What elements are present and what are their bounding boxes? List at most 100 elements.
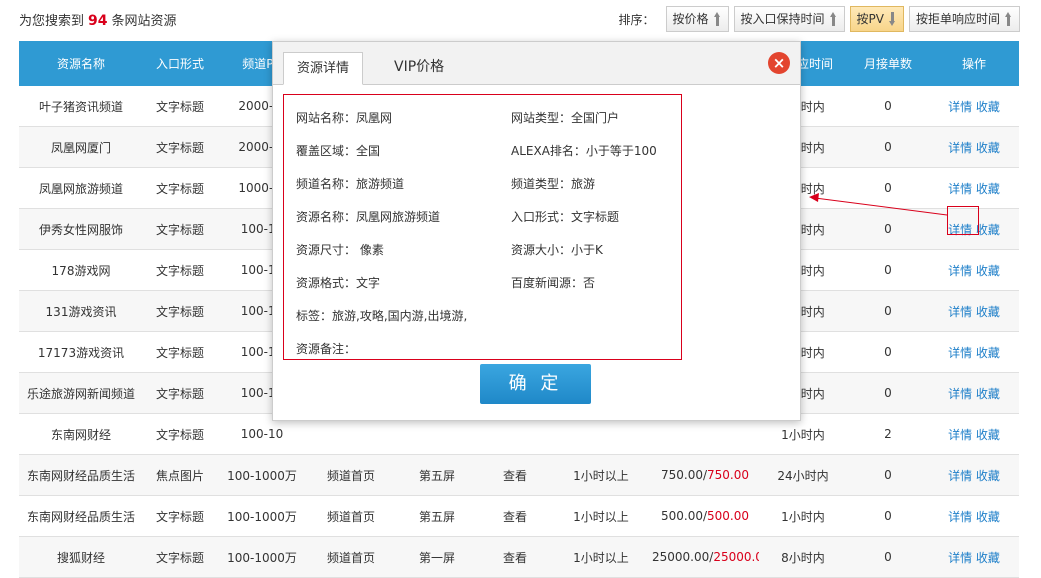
- sort-by-pv-button[interactable]: 按PV: [849, 6, 904, 32]
- cell-text: 焦点图片: [155, 468, 204, 483]
- cell-actions: 详情 收藏: [929, 126, 1019, 168]
- cell-name[interactable]: 伊秀女性网服饰: [19, 208, 143, 250]
- favorite-link[interactable]: 收藏: [976, 346, 1000, 360]
- favorite-link[interactable]: 收藏: [976, 387, 1000, 401]
- cell-text: 100-10: [240, 427, 284, 441]
- cell-text: 0: [884, 509, 892, 523]
- price-highlight: 500.00: [707, 509, 750, 523]
- cell-name[interactable]: 131游戏资讯: [19, 290, 143, 332]
- confirm-button[interactable]: 确 定: [480, 364, 591, 404]
- cell-text: 0: [884, 468, 892, 482]
- cell-monthly: 0: [847, 536, 929, 578]
- field-baidu-news: 百度新闻源：否: [511, 276, 596, 290]
- cell-monthly: 0: [847, 290, 929, 332]
- field-resource-dims: 资源尺寸： 像素: [296, 243, 384, 257]
- tab-vip-price[interactable]: VIP价格: [381, 52, 457, 83]
- cell-c6[interactable]: 查看: [479, 536, 551, 578]
- col-header-name[interactable]: 资源名称: [19, 41, 143, 86]
- cell-c8: 25000.00/25000.00: [651, 536, 759, 578]
- detail-link[interactable]: 详情: [948, 469, 972, 483]
- cell-actions: 详情 收藏: [929, 536, 1019, 578]
- favorite-link[interactable]: 收藏: [976, 510, 1000, 524]
- cell-text: 0: [884, 181, 892, 195]
- cell-actions: 详情 收藏: [929, 372, 1019, 414]
- cell-text: 0: [884, 263, 892, 277]
- favorite-link[interactable]: 收藏: [976, 305, 1000, 319]
- cell-text: 文字标题: [155, 99, 204, 114]
- cell-name[interactable]: 搜狐财经: [19, 536, 143, 578]
- cell-text: 文字标题: [155, 181, 204, 196]
- favorite-link[interactable]: 收藏: [976, 100, 1000, 114]
- cell-name[interactable]: 叶子猪资讯频道: [19, 86, 143, 127]
- cell-text: 25000.00/: [652, 550, 714, 564]
- detail-link[interactable]: 详情: [948, 510, 972, 524]
- cell-name[interactable]: 178游戏网: [19, 249, 143, 291]
- detail-link[interactable]: 详情: [948, 305, 972, 319]
- sort-by-price-button[interactable]: 按价格: [665, 6, 729, 32]
- cell-entry: 文字标题: [143, 290, 217, 332]
- favorite-link[interactable]: 收藏: [976, 428, 1000, 442]
- detail-link[interactable]: 详情: [948, 100, 972, 114]
- cell-text: 第五屏: [418, 468, 455, 483]
- detail-link[interactable]: 详情: [948, 346, 972, 360]
- cell-text: 第一屏: [418, 550, 455, 565]
- detail-link[interactable]: 详情: [948, 182, 972, 196]
- favorite-link[interactable]: 收藏: [976, 469, 1000, 483]
- cell-entry: 文字标题: [143, 86, 217, 127]
- favorite-link[interactable]: 收藏: [976, 551, 1000, 565]
- cell-name[interactable]: 东南网财经品质生活: [19, 495, 143, 537]
- cell-text: 文字标题: [155, 304, 204, 319]
- tab-resource-detail[interactable]: 资源详情: [283, 52, 364, 85]
- cell-entry: 焦点图片: [143, 454, 217, 496]
- cell-text: 178游戏网: [51, 263, 111, 278]
- arrow-down-icon: [888, 12, 897, 26]
- cell-text: 查看: [502, 468, 527, 483]
- cell-text: 1小时以上: [573, 550, 629, 565]
- cell-name[interactable]: 东南网财经: [19, 413, 143, 455]
- cell-text: 0: [884, 222, 892, 236]
- result-count: 94: [88, 13, 108, 29]
- cell-text: 8小时内: [781, 550, 825, 565]
- col-header-entry[interactable]: 入口形式: [143, 41, 217, 86]
- favorite-link[interactable]: 收藏: [976, 264, 1000, 278]
- cell-name[interactable]: 凤凰网厦门: [19, 126, 143, 168]
- cell-c6[interactable]: 查看: [479, 495, 551, 537]
- cell-response: 24小时内: [759, 454, 847, 496]
- cell-actions: 详情 收藏: [929, 413, 1019, 455]
- cell-text: 搜狐财经: [56, 550, 105, 565]
- sort-retention-label: 按入口保持时间: [740, 12, 825, 26]
- cell-text: 1小时以上: [573, 509, 629, 524]
- cell-name[interactable]: 17173游戏资讯: [19, 331, 143, 373]
- detail-link[interactable]: 详情: [948, 428, 972, 442]
- cell-monthly: 0: [847, 372, 929, 414]
- cell-c4: 频道首页: [307, 454, 395, 496]
- cell-c6[interactable]: 查看: [479, 454, 551, 496]
- detail-link[interactable]: 详情: [948, 551, 972, 565]
- cell-pv: 100-1000万: [217, 536, 307, 578]
- detail-link[interactable]: 详情: [948, 264, 972, 278]
- cell-pv: 100-1000万: [217, 495, 307, 537]
- cell-entry: 文字标题: [143, 372, 217, 414]
- favorite-link[interactable]: 收藏: [976, 182, 1000, 196]
- cell-actions: 详情 收藏: [929, 249, 1019, 291]
- cell-name[interactable]: 东南网财经品质生活: [19, 454, 143, 496]
- cell-actions: 详情 收藏: [929, 331, 1019, 373]
- cell-monthly: 0: [847, 495, 929, 537]
- cell-c4: 频道首页: [307, 536, 395, 578]
- cell-text: 凤凰网旅游频道: [38, 181, 123, 196]
- favorite-link[interactable]: 收藏: [976, 223, 1000, 237]
- detail-link[interactable]: 详情: [948, 387, 972, 401]
- cell-name[interactable]: 乐途旅游网新闻频道: [19, 372, 143, 414]
- detail-link[interactable]: 详情: [948, 141, 972, 155]
- cell-text: 0: [884, 345, 892, 359]
- cell-name[interactable]: 凤凰网旅游频道: [19, 167, 143, 209]
- cell-text: 东南网财经品质生活: [26, 468, 135, 483]
- col-header-monthly[interactable]: 月接单数: [847, 41, 929, 86]
- col-header-actions: 操作: [929, 41, 1019, 86]
- sort-by-retention-button[interactable]: 按入口保持时间: [733, 6, 845, 32]
- cell-text: 100-1000万: [227, 509, 297, 524]
- arrow-up-icon: [1004, 12, 1013, 26]
- sort-by-response-button[interactable]: 按拒单响应时间: [908, 6, 1020, 32]
- close-icon[interactable]: ×: [768, 52, 790, 74]
- favorite-link[interactable]: 收藏: [976, 141, 1000, 155]
